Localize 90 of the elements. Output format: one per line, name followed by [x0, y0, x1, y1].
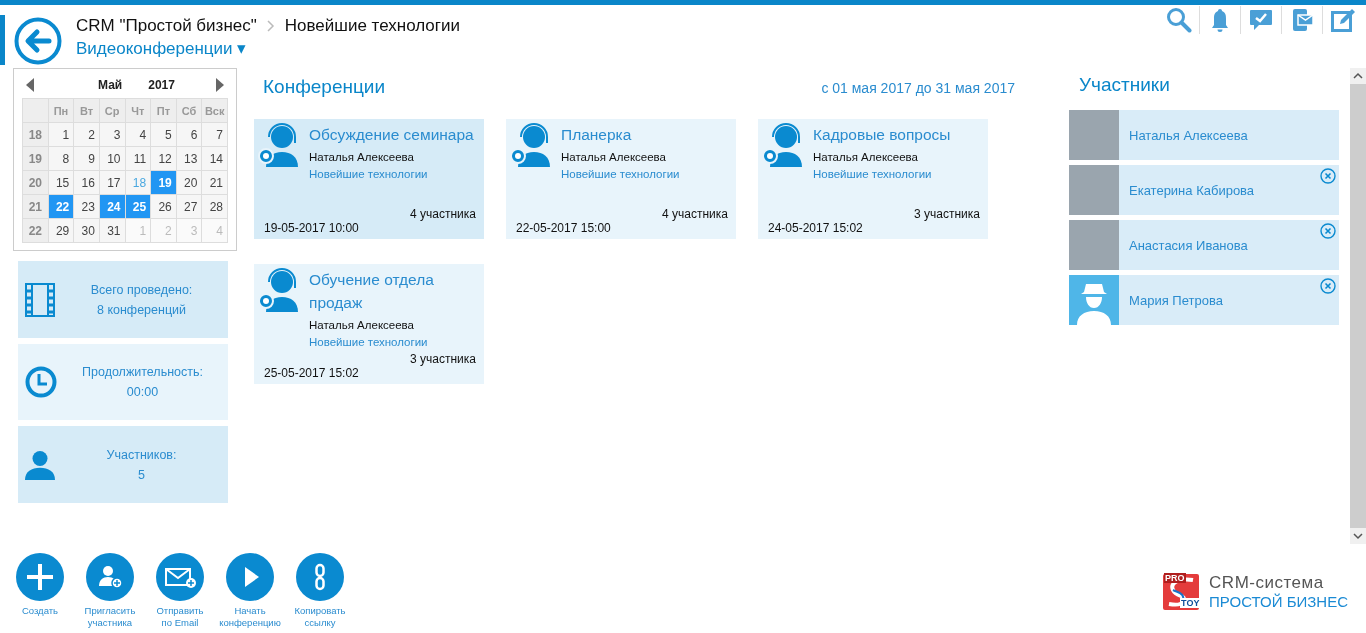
- weekday-header: Пн: [48, 98, 74, 123]
- conference-title[interactable]: Обучение отдела продаж: [309, 268, 476, 314]
- photo-placeholder: [1069, 165, 1119, 215]
- conference-card[interactable]: Кадровые вопросы Наталья Алексеева Новейшие технологии 3 участника 24-05-2017 15:02: [758, 119, 988, 239]
- email-icon: [156, 553, 204, 601]
- conference-title[interactable]: Планерка: [561, 123, 680, 146]
- project-link[interactable]: Новейшие технологии: [813, 168, 951, 180]
- weekday-header: Пт: [150, 98, 177, 123]
- participant-count: 3 участника: [410, 352, 476, 366]
- film-icon: [25, 282, 55, 317]
- participant-name[interactable]: Екатерина Кабирова: [1129, 182, 1255, 198]
- weekday-header: Вск: [201, 98, 228, 123]
- accent-bar: [0, 15, 5, 65]
- participant-count: 4 участника: [410, 207, 476, 221]
- search-icon[interactable]: [1166, 7, 1192, 33]
- conference-author: Наталья Алексеева: [309, 151, 415, 163]
- weekday-header: Вт: [73, 98, 100, 123]
- breadcrumb-item[interactable]: CRM "Простой бизнес": [76, 16, 257, 36]
- project-link[interactable]: Новейшие технологии: [309, 168, 474, 180]
- stat-label: Участников:: [106, 447, 177, 462]
- participant-row[interactable]: Мария Петрова: [1069, 275, 1339, 325]
- conference-date: 24-05-2017 15:02: [768, 221, 864, 235]
- weekday-header: Ср: [99, 98, 125, 123]
- photo-placeholder: [1069, 220, 1119, 270]
- stat-label: Продолжительность:: [82, 365, 203, 379]
- photo-placeholder: [1069, 110, 1119, 160]
- breadcrumb-item: Новейшие технологии: [284, 16, 461, 36]
- conference-card[interactable]: Планерка Наталья Алексеева Новейшие технологии 4 участника 22-05-2017 15:00: [506, 119, 736, 239]
- section-dropdown[interactable]: Видеоконференции ▾: [76, 38, 461, 59]
- conferences-title: Конференции: [263, 76, 386, 98]
- conference-author: Наталья Алексеева: [813, 151, 919, 163]
- action-button[interactable]: Пригласить участника: [80, 553, 140, 629]
- person-icon: [25, 449, 55, 480]
- conference-date: 25-05-2017 15:02: [264, 366, 360, 380]
- chat-check-icon[interactable]: [1248, 7, 1274, 33]
- action-button[interactable]: Копировать ссылку: [290, 553, 350, 629]
- week-number: 21: [22, 194, 49, 219]
- weekday-header: Сб: [176, 98, 202, 123]
- participants-title: Участники: [1078, 73, 1171, 97]
- project-link[interactable]: Новейшие технологии: [309, 336, 476, 348]
- invite-icon: [86, 553, 134, 601]
- clock-icon: [25, 366, 57, 398]
- action-button[interactable]: Создать: [10, 553, 70, 629]
- stat-value: 00:00: [126, 385, 159, 399]
- project-link[interactable]: Новейшие технологии: [561, 168, 680, 180]
- link-icon: [296, 553, 344, 601]
- action-button[interactable]: Начать конференцию: [220, 553, 280, 629]
- participant-name[interactable]: Наталья Алексеева: [1129, 127, 1248, 143]
- date-range[interactable]: с 01 мая 2017 до 31 мая 2017: [821, 80, 1015, 96]
- scrollbar[interactable]: [1350, 68, 1366, 544]
- start-icon: [226, 553, 274, 601]
- weekday-header: Чт: [125, 98, 151, 123]
- conference-title[interactable]: Обсуждение семинара: [309, 123, 474, 146]
- conference-author: Наталья Алексеева: [309, 319, 415, 331]
- conference-card[interactable]: Обучение отдела продаж Наталья Алексеева Новейшие технологии 3 участника 25-05-2017 15:02: [254, 264, 484, 384]
- participant-count: 4 участника: [662, 207, 728, 221]
- remove-icon[interactable]: [1320, 278, 1336, 294]
- avatar-silhouette-icon: [1069, 275, 1119, 325]
- remove-icon[interactable]: [1320, 223, 1336, 239]
- next-month-icon[interactable]: [216, 78, 224, 92]
- logo-badge-text: TOY: [1180, 598, 1201, 608]
- stat-value: 5: [138, 467, 145, 482]
- conference-title[interactable]: Кадровые вопросы: [813, 123, 951, 146]
- remove-icon[interactable]: [1320, 168, 1336, 184]
- previous-month-icon[interactable]: [26, 78, 34, 92]
- action-button[interactable]: Отправить по Email: [150, 553, 210, 629]
- edit-icon[interactable]: [1330, 7, 1356, 33]
- conference-author: Наталья Алексеева: [561, 151, 667, 163]
- participant-name[interactable]: Анастасия Иванова: [1129, 237, 1248, 253]
- create-icon: [16, 553, 64, 601]
- stat-label: Всего проведено:: [90, 282, 193, 297]
- logo-subtitle: ПРОСТОЙ БИЗНЕС: [1209, 593, 1348, 610]
- week-number: 22: [22, 218, 49, 243]
- week-number: 20: [22, 170, 49, 195]
- participant-row[interactable]: Екатерина Кабирова: [1069, 165, 1339, 215]
- participant-row[interactable]: Анастасия Иванова: [1069, 220, 1339, 270]
- logo-title: CRM-система: [1209, 573, 1325, 593]
- conference-date: 22-05-2017 15:00: [516, 221, 612, 235]
- calendar-year: 2017: [148, 78, 175, 92]
- participant-row[interactable]: Наталья Алексеева: [1069, 110, 1339, 160]
- participant-count: 3 участника: [914, 207, 980, 221]
- chevron-icon: [266, 20, 275, 32]
- logo-badge-text: PRO: [1164, 573, 1186, 583]
- conference-card[interactable]: Обсуждение семинара Наталья Алексеева Новейшие технологии 4 участника 19-05-2017 10:00: [254, 119, 484, 239]
- participant-name[interactable]: Мария Петрова: [1129, 292, 1223, 308]
- stat-value: 8 конференций: [96, 302, 187, 317]
- week-number: 19: [22, 146, 49, 171]
- conference-date: 19-05-2017 10:00: [264, 221, 360, 235]
- calendar-month: Май: [98, 78, 123, 92]
- week-number: 18: [22, 122, 49, 147]
